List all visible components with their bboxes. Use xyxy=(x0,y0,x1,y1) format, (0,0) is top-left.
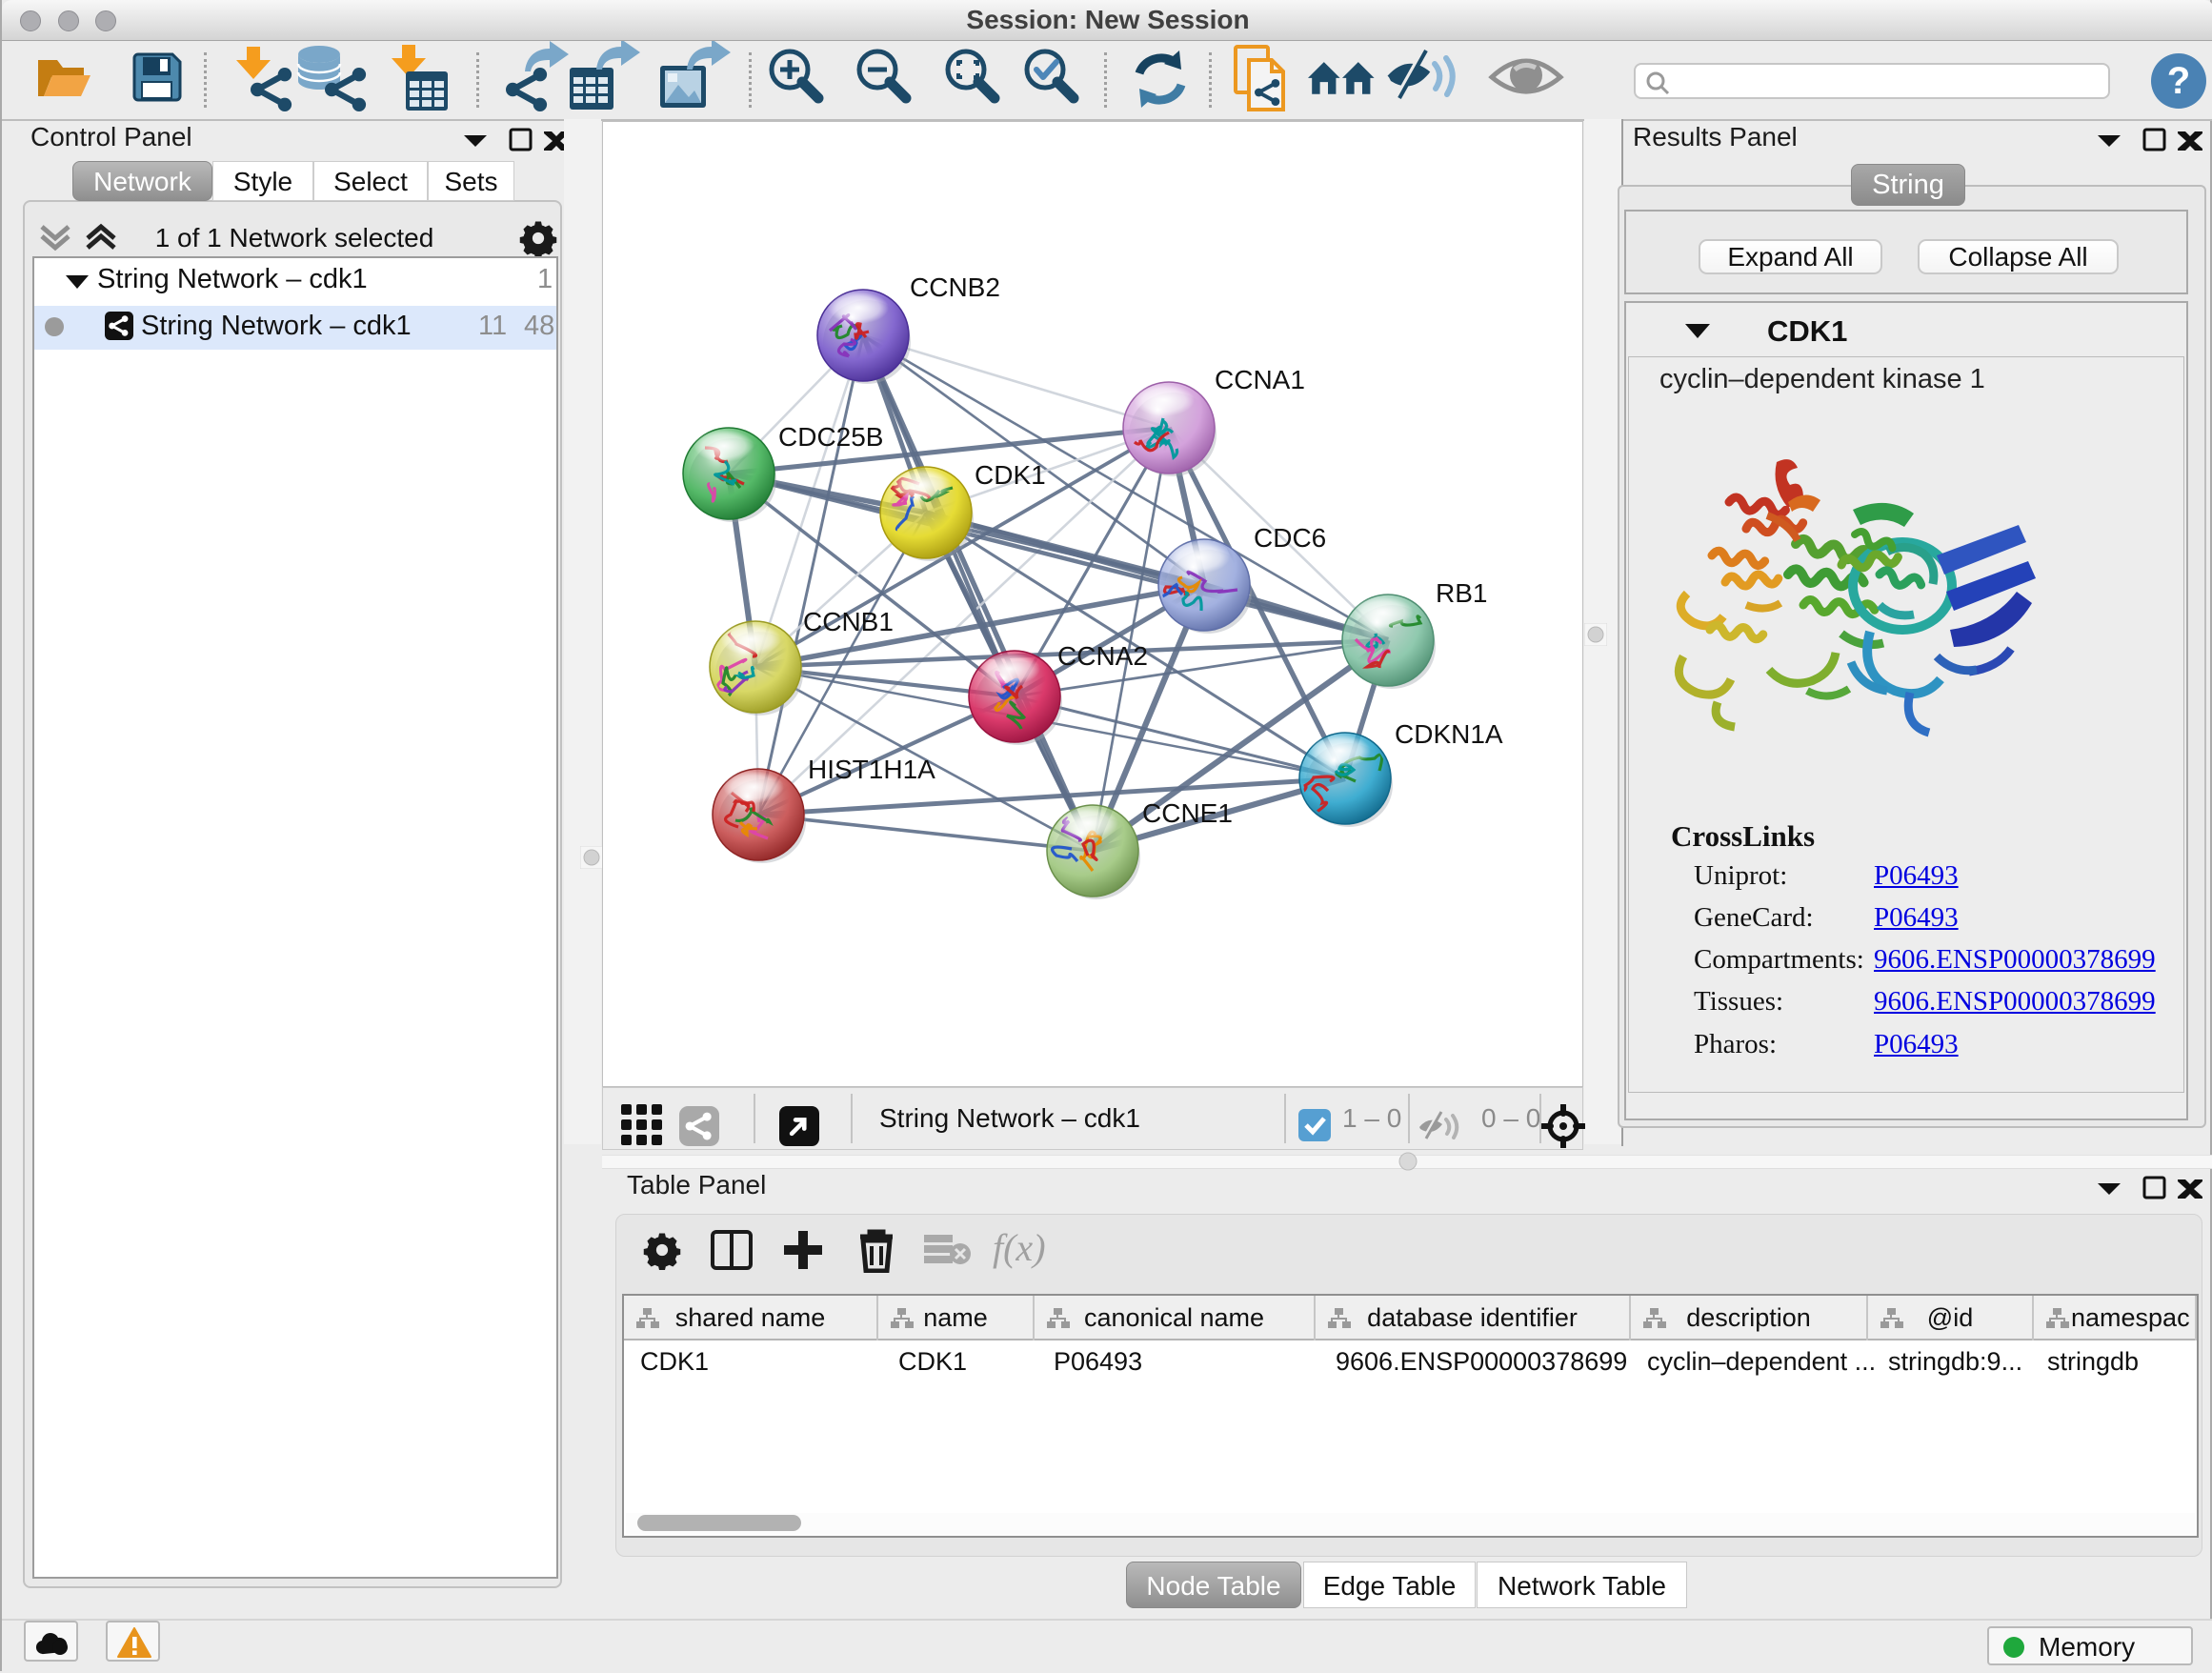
svg-text:HIST1H1A: HIST1H1A xyxy=(808,755,935,784)
svg-text:CCNA1: CCNA1 xyxy=(1215,365,1305,394)
svg-text:CCNB2: CCNB2 xyxy=(910,272,1000,302)
svg-text:CDC25B: CDC25B xyxy=(778,422,883,452)
svg-text:CCNA2: CCNA2 xyxy=(1057,641,1148,671)
svg-text:CDC6: CDC6 xyxy=(1254,523,1326,553)
svg-text:CCNE1: CCNE1 xyxy=(1142,798,1233,828)
svg-text:CDK1: CDK1 xyxy=(975,460,1046,490)
svg-text:RB1: RB1 xyxy=(1436,578,1487,608)
svg-text:CCNB1: CCNB1 xyxy=(803,607,894,636)
svg-text:CDKN1A: CDKN1A xyxy=(1395,719,1503,749)
svg-text:?: ? xyxy=(2167,60,2190,102)
